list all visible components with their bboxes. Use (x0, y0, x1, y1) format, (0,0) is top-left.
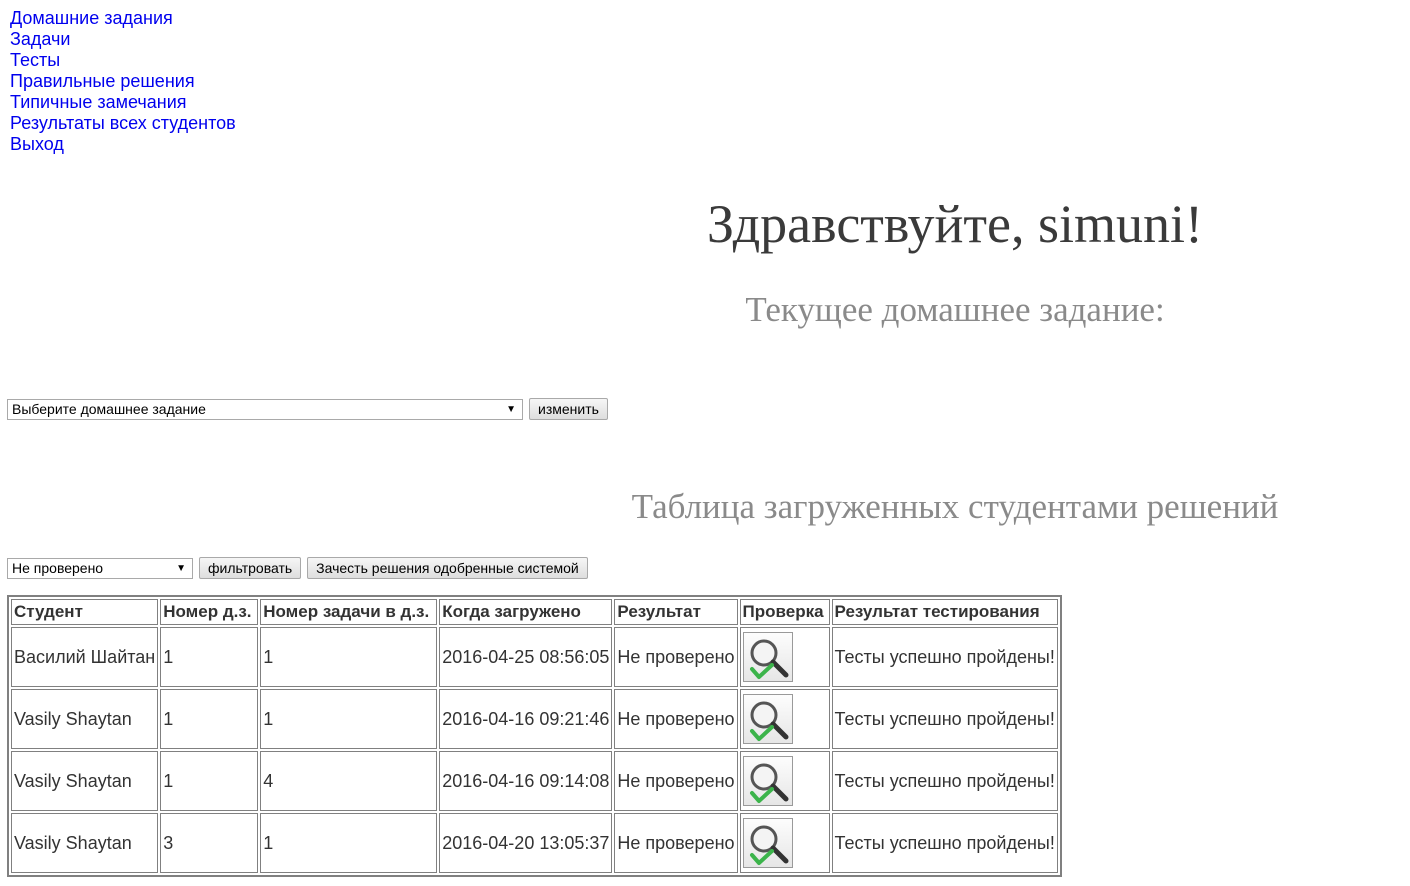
magnifier-check-icon[interactable] (742, 756, 793, 806)
nav-link-logout[interactable]: Выход (10, 134, 236, 155)
cell-check (739, 689, 830, 749)
cell-result: Не проверено (614, 751, 738, 811)
dropdown-arrow-icon: ▼ (506, 403, 516, 415)
cell-result: Не проверено (614, 813, 738, 873)
nav-link-tasks[interactable]: Задачи (10, 29, 236, 50)
cell-result: Не проверено (614, 627, 738, 687)
nav-link-homeworks[interactable]: Домашние задания (10, 8, 236, 29)
cell-homework-number: 3 (160, 813, 259, 873)
cell-uploaded: 2016-04-16 09:14:08 (439, 751, 613, 811)
homework-select-value: Выберите домашнее задание (12, 400, 206, 417)
nav-link-typical-remarks[interactable]: Типичные замечания (10, 92, 236, 113)
approve-system-solutions-button[interactable]: Зачесть решения одобренные системой (307, 557, 588, 579)
table-row: Vasily Shaytan 1 1 2016-04-16 09:21:46 Н… (11, 689, 1058, 749)
cell-uploaded: 2016-04-25 08:56:05 (439, 627, 613, 687)
table-row: Василий Шайтан 1 1 2016-04-25 08:56:05 Н… (11, 627, 1058, 687)
cell-homework-number: 1 (160, 689, 259, 749)
cell-result: Не проверено (614, 689, 738, 749)
cell-student: Vasily Shaytan (11, 813, 159, 873)
column-header-student: Студент (11, 599, 159, 625)
solutions-table: Студент Номер д.з. Номер задачи в д.з. К… (7, 595, 1062, 877)
cell-check (739, 813, 830, 873)
table-header-row: Студент Номер д.з. Номер задачи в д.з. К… (11, 599, 1058, 625)
cell-check (739, 627, 830, 687)
main-nav: Домашние задания Задачи Тесты Правильные… (10, 8, 236, 155)
cell-task-number: 1 (260, 689, 438, 749)
status-filter-select[interactable]: Не проверено ▼ (7, 557, 193, 579)
solutions-table-heading: Таблица загруженных студентами решений (631, 487, 1279, 526)
cell-test-result: Тесты успешно пройдены! (831, 813, 1058, 873)
magnifier-check-icon[interactable] (742, 818, 793, 868)
status-filter-value: Не проверено (12, 559, 104, 576)
magnifier-check-icon[interactable] (742, 632, 793, 682)
cell-homework-number: 1 (160, 751, 259, 811)
cell-student: Василий Шайтан (11, 627, 159, 687)
cell-student: Vasily Shaytan (11, 689, 159, 749)
column-header-test-result: Результат тестирования (831, 599, 1058, 625)
cell-task-number: 1 (260, 813, 438, 873)
cell-test-result: Тесты успешно пройдены! (831, 689, 1058, 749)
cell-uploaded: 2016-04-20 13:05:37 (439, 813, 613, 873)
column-header-task-number: Номер задачи в д.з. (260, 599, 438, 625)
cell-test-result: Тесты успешно пройдены! (831, 627, 1058, 687)
cell-homework-number: 1 (160, 627, 259, 687)
table-row: Vasily Shaytan 1 4 2016-04-16 09:14:08 Н… (11, 751, 1058, 811)
magnifier-check-icon[interactable] (742, 694, 793, 744)
cell-task-number: 4 (260, 751, 438, 811)
column-header-result: Результат (614, 599, 738, 625)
cell-test-result: Тесты успешно пройдены! (831, 751, 1058, 811)
column-header-homework-number: Номер д.з. (160, 599, 259, 625)
greeting-title: Здравствуйте, simuni! (706, 194, 1204, 254)
nav-link-correct-solutions[interactable]: Правильные решения (10, 71, 236, 92)
column-header-check: Проверка (739, 599, 830, 625)
cell-uploaded: 2016-04-16 09:21:46 (439, 689, 613, 749)
homework-select-form: Выберите домашнее задание ▼ изменить (7, 398, 608, 420)
nav-link-all-results[interactable]: Результаты всех студентов (10, 113, 236, 134)
current-homework-heading: Текущее домашнее задание: (745, 290, 1165, 329)
dropdown-arrow-icon: ▼ (176, 562, 186, 574)
column-header-uploaded: Когда загружено (439, 599, 613, 625)
filter-form: Не проверено ▼ фильтровать Зачесть решен… (7, 557, 588, 579)
cell-task-number: 1 (260, 627, 438, 687)
table-row: Vasily Shaytan 3 1 2016-04-20 13:05:37 Н… (11, 813, 1058, 873)
change-homework-button[interactable]: изменить (529, 398, 608, 420)
nav-link-tests[interactable]: Тесты (10, 50, 236, 71)
homework-select[interactable]: Выберите домашнее задание ▼ (7, 398, 523, 420)
cell-check (739, 751, 830, 811)
filter-button[interactable]: фильтровать (199, 557, 302, 579)
cell-student: Vasily Shaytan (11, 751, 159, 811)
